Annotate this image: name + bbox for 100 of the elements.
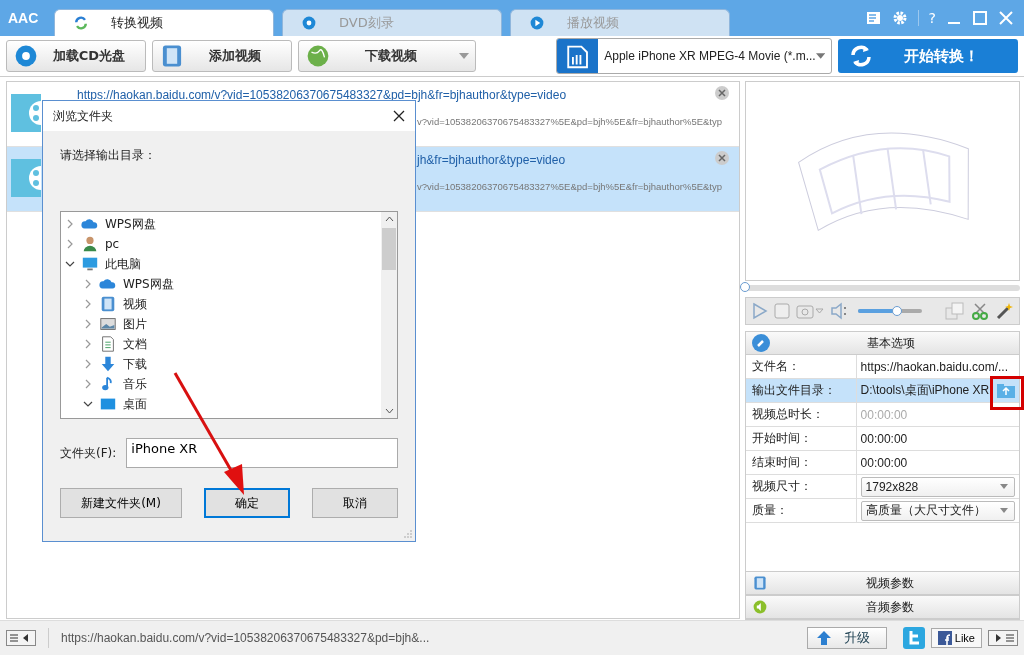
refresh-icon (73, 15, 89, 31)
panel-toggle-icon[interactable] (988, 630, 1018, 646)
toolbar-button[interactable]: 下载视频 (298, 40, 476, 72)
property-label: 视频总时长： (745, 403, 857, 426)
property-dropdown[interactable]: 1792x828 (860, 476, 1015, 497)
list-icon[interactable] (865, 10, 882, 26)
disc-icon (13, 43, 39, 69)
property-row[interactable]: 输出文件目录： D:\tools\桌面\iPhone XR (745, 379, 1019, 403)
close-icon[interactable] (393, 110, 405, 122)
chevron-right-icon[interactable] (83, 359, 93, 369)
folder-icon[interactable] (997, 383, 1015, 398)
refresh-icon (848, 43, 874, 69)
bird-icon[interactable] (902, 627, 925, 649)
sidebar-toggle-icon[interactable] (6, 630, 36, 646)
status-text: https://haokan.baidu.com/v?vid=10538206370675483327&pd=bjh&... (61, 631, 430, 645)
highlight-box (990, 376, 1024, 410)
start-button[interactable]: 开始转换！ (838, 39, 1018, 73)
property-value: https://haokan.baidu.com/... (860, 359, 1009, 374)
video-thumbnail-icon (11, 159, 41, 197)
document-icon (99, 335, 117, 353)
dialog-button[interactable]: 取消 (312, 488, 398, 518)
maximize-icon[interactable] (972, 10, 988, 26)
chevron-right-icon[interactable] (83, 339, 93, 349)
format-icon (557, 39, 599, 73)
scissors-icon[interactable] (971, 302, 989, 320)
dialog-button[interactable]: 确定 (204, 488, 290, 518)
tab[interactable]: 转换视频 (54, 9, 274, 36)
speaker-icon (751, 599, 768, 615)
tree-item[interactable]: WPS网盘 (61, 214, 381, 234)
chevron-right-icon[interactable] (83, 299, 93, 309)
remove-icon[interactable] (714, 151, 729, 165)
slider-handle[interactable] (739, 282, 750, 292)
folder-label: 文件夹(F): (60, 444, 117, 462)
chevron-right-icon[interactable] (65, 219, 75, 229)
stop-icon[interactable] (773, 303, 790, 319)
play-icon[interactable] (751, 302, 768, 320)
wrench-icon (751, 334, 770, 352)
folder-input[interactable]: iPhone XR (126, 438, 398, 468)
play-icon (529, 15, 545, 31)
property-row[interactable]: 质量： 高质量（大尺寸文件） (745, 499, 1019, 523)
tree-item[interactable]: 下载 (61, 354, 381, 374)
chevron-down-icon[interactable] (65, 259, 75, 269)
camera-icon[interactable] (795, 303, 824, 319)
settings-icon[interactable] (891, 10, 908, 26)
resize-grip-icon[interactable] (404, 530, 412, 538)
property-label: 输出文件目录： (745, 379, 857, 402)
volume-slider[interactable] (857, 309, 922, 313)
section-header[interactable]: 视频参数 (745, 571, 1019, 595)
toolbar-button[interactable]: 添加视频 (152, 40, 292, 72)
monitor-icon (81, 255, 99, 273)
chevron-right-icon[interactable] (65, 239, 75, 249)
prompt-text: 请选择输出目录： (60, 147, 157, 164)
section-header[interactable]: 音频参数 (745, 595, 1019, 619)
app-logo: AAC (8, 10, 40, 26)
property-dropdown[interactable]: 高质量（大尺寸文件） (860, 500, 1015, 521)
upgrade-button[interactable]: 升级 (806, 627, 887, 649)
property-label: 结束时间： (745, 451, 857, 474)
file-path-text: v?vid=10538206370675483327%5E&pd=bjh%5E&fr=bjhauthor%5E&typ (416, 181, 724, 192)
caret-icon (1000, 484, 1008, 489)
disc-icon (301, 15, 317, 31)
tree-item[interactable]: 文档 (61, 334, 381, 354)
tree-item[interactable]: 此电脑 (61, 254, 381, 274)
property-label: 质量： (745, 499, 857, 522)
property-label: 视频尺寸： (745, 475, 857, 498)
chevron-right-icon[interactable] (83, 379, 93, 389)
chevron-down-icon[interactable] (83, 399, 93, 409)
magic-wand-icon[interactable] (995, 302, 1013, 320)
globe-icon (305, 43, 331, 69)
format-dropdown[interactable]: Apple iPhone XR MPEG-4 Movie (*.m... (556, 38, 832, 74)
caret-icon (1000, 508, 1008, 513)
chevron-right-icon[interactable] (83, 279, 93, 289)
property-label: 文件名： (745, 355, 857, 378)
film-icon (751, 575, 768, 591)
remove-icon[interactable] (714, 86, 729, 100)
copy-icon[interactable] (945, 302, 965, 320)
property-row[interactable]: 视频尺寸： 1792x828 (745, 475, 1019, 499)
dialog-button[interactable]: 新建文件夹(M) (60, 488, 182, 518)
tree-item[interactable]: 桌面 (61, 394, 381, 414)
tree-item[interactable]: 图片 (61, 314, 381, 334)
slider-handle[interactable] (892, 306, 903, 316)
dialog-title: 浏览文件夹 (53, 107, 113, 125)
scroll-down-icon[interactable] (384, 408, 394, 414)
scroll-up-icon[interactable] (384, 216, 394, 222)
tree-item[interactable]: 视频 (61, 294, 381, 314)
caret-icon (815, 53, 825, 59)
property-row[interactable]: 视频总时长： 00:00:00 (745, 403, 1019, 427)
scrollbar[interactable] (381, 212, 397, 418)
video-thumbnail-icon (11, 94, 41, 132)
like-button[interactable]: Like (930, 628, 982, 648)
toolbar-button[interactable]: 加载CD光盘 (6, 40, 146, 72)
property-value: D:\tools\桌面\iPhone XR (860, 382, 991, 399)
chevron-right-icon[interactable] (83, 319, 93, 329)
tree-item[interactable]: WPS网盘 (61, 274, 381, 294)
scroll-thumb[interactable] (382, 228, 396, 270)
tree-item[interactable]: pc (61, 234, 381, 254)
picture-icon (99, 315, 117, 333)
tree-item[interactable]: 音乐 (61, 374, 381, 394)
property-row[interactable]: 开始时间： 00:00:00 (745, 427, 1019, 451)
property-row[interactable]: 结束时间： 00:00:00 (745, 451, 1019, 475)
section-header[interactable]: 基本选项 (745, 332, 1019, 355)
